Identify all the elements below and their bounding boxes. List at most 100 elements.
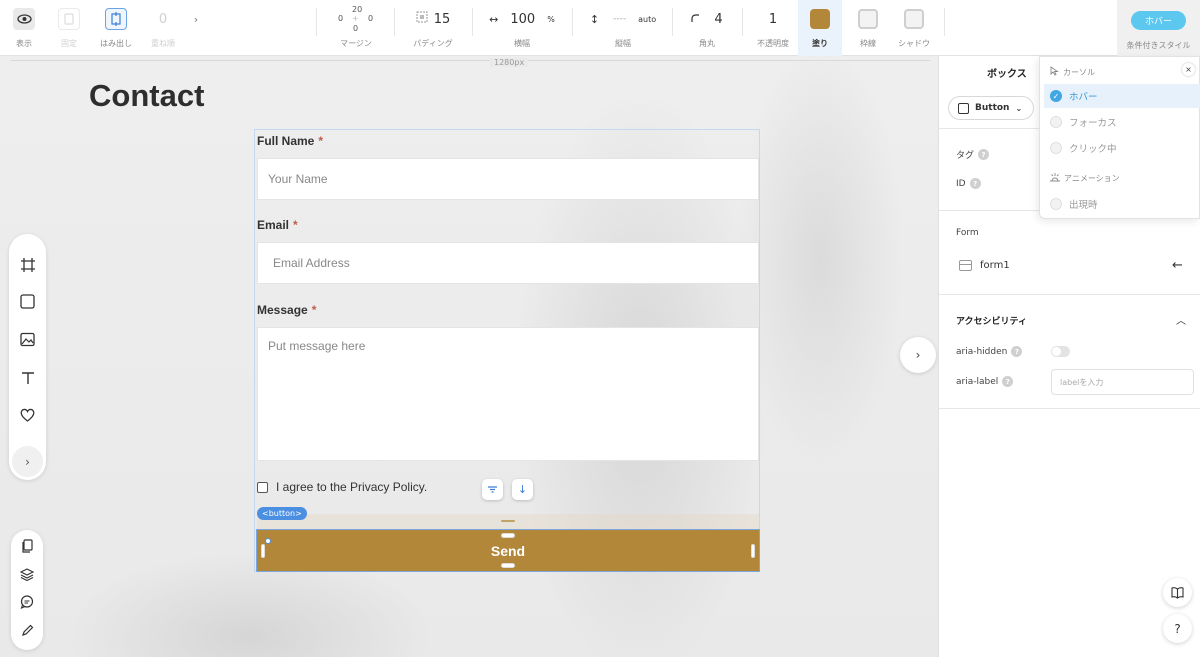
resize-handle-top[interactable] xyxy=(501,533,515,538)
help-icon[interactable]: ? xyxy=(969,178,981,189)
margin-left[interactable]: 0 xyxy=(338,14,343,23)
state-dropdown: カーソル ✓ ホバー × フォーカス クリック中 アニメーション 出現時 xyxy=(1039,56,1200,219)
privacy-checkbox[interactable] xyxy=(257,481,268,493)
view-tool[interactable]: 表示 xyxy=(6,0,42,56)
opacity-tool[interactable]: 1 不透明度 xyxy=(748,0,798,56)
resize-handle-left[interactable] xyxy=(261,544,265,558)
button-tag-badge: <button> xyxy=(257,507,307,520)
form-link-item[interactable]: form1 xyxy=(959,260,1010,271)
required-mark: * xyxy=(311,303,317,317)
chevron-up-icon[interactable]: ︿ xyxy=(1176,312,1186,327)
pages-icon[interactable] xyxy=(19,538,35,554)
toolbar-separator xyxy=(394,8,395,36)
height-tool[interactable]: ↕ ---- auto 縦幅 xyxy=(580,0,666,56)
padding-tool[interactable]: 15 パディング xyxy=(406,0,460,56)
arrow-down-icon[interactable]: ↓ xyxy=(512,479,533,500)
help-icon[interactable]: ? xyxy=(1011,346,1023,357)
shadow-tool[interactable]: シャドウ xyxy=(892,0,936,56)
email-label[interactable]: Email * xyxy=(257,218,298,232)
tag-label: タグ xyxy=(956,151,975,161)
tab-box[interactable]: ボックス xyxy=(987,65,1027,80)
page-title[interactable]: Contact xyxy=(89,78,204,114)
contact-form[interactable]: Full Name * Your Name Email * Email Addres… xyxy=(254,129,760,572)
message-label-text: Message xyxy=(257,303,308,317)
radio-icon xyxy=(1050,142,1062,154)
id-row: ID ? xyxy=(956,178,981,189)
margin-top[interactable]: 20 xyxy=(352,5,362,14)
send-button[interactable]: Send xyxy=(256,529,760,572)
stack-order-tool[interactable]: 0 重ね順 xyxy=(146,0,180,56)
help-question-icon[interactable]: ? xyxy=(1163,614,1192,643)
pen-icon[interactable] xyxy=(19,622,35,638)
chevron-right-icon: › xyxy=(25,454,30,469)
width-tool[interactable]: ↔ 100 % 横幅 xyxy=(480,0,564,56)
required-mark: * xyxy=(318,134,324,148)
margin-bottom[interactable]: 0 xyxy=(353,24,358,33)
privacy-agree-row[interactable]: I agree to the Privacy Policy. xyxy=(257,480,427,494)
id-label: ID xyxy=(956,178,966,189)
state-option-click[interactable]: クリック中 xyxy=(1050,141,1117,155)
full-name-label[interactable]: Full Name * xyxy=(257,134,323,148)
fill-label: 塗り xyxy=(812,39,828,48)
square-icon xyxy=(958,102,969,114)
aria-label-row: aria-label ? xyxy=(956,376,1014,387)
state-option-appear[interactable]: 出現時 xyxy=(1050,197,1098,211)
padding-handle[interactable] xyxy=(501,520,515,522)
toolbar-separator xyxy=(742,8,743,36)
element-type-select[interactable]: Button ⌄ xyxy=(948,96,1034,120)
height-value[interactable]: ---- xyxy=(613,14,626,24)
email-input[interactable]: Email Address xyxy=(257,242,759,284)
toolbar-more-button[interactable]: › xyxy=(188,0,204,56)
heart-icon[interactable] xyxy=(18,405,37,424)
height-unit[interactable]: auto xyxy=(638,15,656,24)
align-filter-icon[interactable] xyxy=(482,479,503,500)
width-value[interactable]: 100 xyxy=(510,12,535,27)
open-panel-button[interactable]: › xyxy=(900,337,936,373)
view-label: 表示 xyxy=(16,39,32,48)
margin-right[interactable]: 0 xyxy=(368,14,373,23)
help-icon[interactable]: ? xyxy=(1002,376,1014,387)
close-icon[interactable]: × xyxy=(1182,63,1195,76)
corner-radius-value[interactable]: 4 xyxy=(714,12,722,27)
ruler-label: 1280px xyxy=(490,58,529,67)
fill-tool[interactable]: 塗り xyxy=(798,0,842,56)
opacity-value[interactable]: 1 xyxy=(769,0,777,38)
design-canvas[interactable]: 1280px Contact Full Name * Your Name Emai… xyxy=(0,56,938,657)
panel-divider xyxy=(939,408,1200,409)
hover-state-pill[interactable]: ホバー xyxy=(1130,10,1186,30)
element-type-value: Button xyxy=(975,103,1010,113)
border-tool[interactable]: 枠線 xyxy=(846,0,890,56)
aria-hidden-toggle[interactable] xyxy=(1051,346,1070,357)
help-icon[interactable]: ? xyxy=(978,149,990,160)
corner-radius-handle[interactable] xyxy=(265,538,271,544)
image-icon[interactable] xyxy=(18,330,37,349)
aria-hidden-row: aria-hidden ? xyxy=(956,346,1023,357)
message-label[interactable]: Message * xyxy=(257,303,316,317)
message-textarea[interactable]: Put message here xyxy=(257,327,759,461)
width-unit[interactable]: % xyxy=(547,15,555,24)
state-option-appear-label: 出現時 xyxy=(1069,200,1098,211)
box-icon[interactable] xyxy=(18,292,37,311)
layers-icon[interactable] xyxy=(19,566,35,582)
arrow-left-icon[interactable]: ← xyxy=(1172,258,1183,273)
padding-value[interactable]: 15 xyxy=(434,12,451,27)
vertical-arrows-icon: ↕ xyxy=(589,12,600,26)
accessibility-section-title[interactable]: アクセシビリティ xyxy=(956,314,1027,327)
state-option-focus[interactable]: フォーカス xyxy=(1050,115,1117,129)
expand-toolbar-button[interactable]: › xyxy=(12,446,43,477)
full-name-input[interactable]: Your Name xyxy=(257,158,759,200)
resize-handle-right[interactable] xyxy=(751,544,755,558)
book-icon[interactable] xyxy=(1163,578,1192,607)
margin-tool[interactable]: 20 0 + 0 0 マージン xyxy=(330,0,382,56)
overflow-tool[interactable]: はみ出し xyxy=(96,0,136,56)
frame-icon[interactable] xyxy=(18,255,37,274)
aria-label-input[interactable]: labelを入力 xyxy=(1051,369,1194,395)
comment-icon[interactable] xyxy=(19,594,35,610)
resize-handle-bottom[interactable] xyxy=(501,563,515,568)
toolbar-separator xyxy=(672,8,673,36)
fix-tool[interactable]: 固定 xyxy=(52,0,86,56)
conditional-style-tool[interactable]: ホバー 条件付きスタイル xyxy=(1117,0,1200,56)
state-option-hover[interactable]: ✓ ホバー xyxy=(1044,84,1200,108)
corner-radius-tool[interactable]: 4 角丸 xyxy=(680,0,734,56)
text-icon[interactable] xyxy=(18,368,37,387)
